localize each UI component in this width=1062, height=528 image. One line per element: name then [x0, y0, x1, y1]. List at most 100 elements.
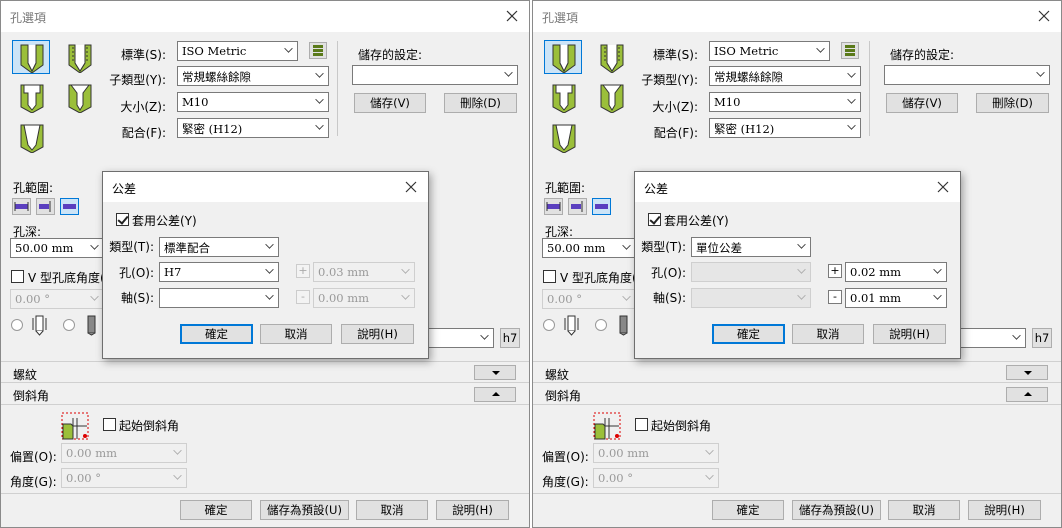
hole-tolerance-select[interactable] [691, 262, 811, 282]
shaft-tolerance-select[interactable] [691, 288, 811, 308]
hole-tolerance-select[interactable]: H7 [159, 262, 279, 282]
thread-section-label: 螺紋 [13, 368, 38, 382]
cancel-button[interactable]: 取消 [356, 500, 428, 520]
h7-button[interactable]: h7 [1032, 328, 1052, 348]
angle-input[interactable]: 0.00 ° [61, 468, 187, 488]
extent-distance-icon [63, 204, 76, 209]
tolerance-cancel-button[interactable]: 取消 [792, 324, 864, 344]
tolerance-cancel-button[interactable]: 取消 [260, 324, 332, 344]
standard-select[interactable]: ISO Metric [177, 41, 298, 61]
offset-input[interactable]: 0.00 mm [61, 443, 187, 463]
close-icon[interactable] [400, 176, 422, 198]
close-icon[interactable] [932, 176, 954, 198]
thread-expand-button[interactable] [1006, 365, 1048, 380]
extent-distance-button[interactable] [60, 198, 79, 215]
delete-setting-button[interactable]: 刪除(D) [976, 93, 1049, 113]
tolerance-dialog: 公差 套用公差(Y) 類型(T): 標準配合 孔(O): H7 軸(S): + … [102, 171, 429, 359]
chevron-down-icon [401, 291, 410, 300]
chamfer-collapse-button[interactable] [474, 387, 516, 402]
hole-type-threaded-tool[interactable] [60, 40, 98, 74]
chamfer-collapse-button[interactable] [1006, 387, 1048, 402]
hole-type-countersink-tool[interactable] [60, 80, 98, 114]
hole-type-simple-tool[interactable] [544, 40, 582, 74]
size-select[interactable]: M10 [709, 92, 861, 112]
use-tolerance-checkbox[interactable] [648, 213, 661, 226]
save-setting-button[interactable]: 儲存(V) [354, 93, 426, 113]
fit-select[interactable]: 緊密 (H12) [709, 118, 861, 138]
h7-button[interactable]: h7 [500, 328, 520, 348]
shaft-tolerance-label: 軸(S): [120, 291, 154, 305]
title-bar: 孔選項 [1, 1, 529, 32]
save-as-default-button[interactable]: 儲存為預設(U) [792, 500, 881, 520]
hole-options-window-left: 孔選項 標準(S): ISO Metric 子類型(Y): 常規螺絲餘隙 大小(… [0, 0, 530, 528]
use-tolerance-checkbox[interactable] [116, 213, 129, 226]
subtype-select[interactable]: 常規螺絲餘隙 [709, 66, 861, 86]
extent-blind-button[interactable] [12, 198, 31, 215]
size-select[interactable]: M10 [177, 92, 329, 112]
close-icon[interactable] [1033, 5, 1055, 27]
hole-type-taper-tool[interactable] [12, 120, 50, 154]
chevron-down-icon [933, 291, 942, 300]
standard-select[interactable]: ISO Metric [709, 41, 830, 61]
v-bottom-angle-input[interactable]: 0.00 ° [10, 289, 104, 309]
upper-tolerance-input[interactable]: 0.03 mm [313, 262, 415, 282]
countersink-hole-icon [68, 84, 92, 113]
ok-button[interactable]: 確定 [712, 500, 784, 520]
tolerance-type-select[interactable]: 標準配合 [159, 237, 279, 257]
extent-blind-button[interactable] [544, 198, 563, 215]
upper-tolerance-input[interactable]: 0.02 mm [845, 262, 947, 282]
hole-type-threaded-tool[interactable] [592, 40, 630, 74]
extent-distance-button[interactable] [592, 198, 611, 215]
standard-list-button[interactable] [309, 42, 327, 59]
v-bottom-angle-checkbox[interactable] [543, 270, 556, 283]
thread-option-radio-1[interactable] [543, 319, 555, 331]
tolerance-ok-button[interactable]: 確定 [712, 324, 785, 344]
plus-sign-button[interactable]: + [828, 264, 842, 278]
tolerance-ok-button[interactable]: 確定 [180, 324, 253, 344]
close-icon[interactable] [501, 5, 523, 27]
v-bottom-angle-input[interactable]: 0.00 ° [542, 289, 636, 309]
tolerance-help-button[interactable]: 說明(H) [341, 324, 414, 344]
countersink-hole-icon [600, 84, 624, 113]
extent-through-button[interactable] [568, 198, 587, 215]
save-setting-button[interactable]: 儲存(V) [886, 93, 958, 113]
extent-through-button[interactable] [36, 198, 55, 215]
save-as-default-button[interactable]: 儲存為預設(U) [260, 500, 349, 520]
hole-type-counterbore-tool[interactable] [12, 80, 50, 114]
offset-input[interactable]: 0.00 mm [593, 443, 719, 463]
fit-select[interactable]: 緊密 (H12) [177, 118, 329, 138]
hole-type-countersink-tool[interactable] [592, 80, 630, 114]
delete-setting-button[interactable]: 刪除(D) [444, 93, 517, 113]
help-button[interactable]: 說明(H) [968, 500, 1041, 520]
minus-sign-button[interactable]: - [296, 290, 310, 304]
saved-settings-select[interactable] [352, 65, 518, 85]
lower-tolerance-input[interactable]: 0.01 mm [845, 288, 947, 308]
angle-input[interactable]: 0.00 ° [593, 468, 719, 488]
thread-option-radio-2[interactable] [63, 319, 75, 331]
help-button[interactable]: 說明(H) [436, 500, 509, 520]
hole-depth-input[interactable]: 50.00 mm [10, 238, 104, 258]
ok-button[interactable]: 確定 [180, 500, 252, 520]
standard-list-button[interactable] [841, 42, 859, 59]
thread-option-radio-2[interactable] [595, 319, 607, 331]
cancel-button[interactable]: 取消 [888, 500, 960, 520]
start-chamfer-checkbox[interactable] [103, 418, 116, 431]
tolerance-type-select[interactable]: 單位公差 [691, 237, 811, 257]
subtype-select[interactable]: 常規螺絲餘隙 [177, 66, 329, 86]
shaft-fit-select[interactable] [953, 328, 1026, 348]
hole-type-counterbore-tool[interactable] [544, 80, 582, 114]
hole-depth-input[interactable]: 50.00 mm [542, 238, 636, 258]
v-bottom-angle-checkbox[interactable] [11, 270, 24, 283]
plus-sign-button[interactable]: + [296, 264, 310, 278]
tolerance-help-button[interactable]: 說明(H) [873, 324, 946, 344]
hole-type-taper-tool[interactable] [544, 120, 582, 154]
thread-expand-button[interactable] [474, 365, 516, 380]
thread-option-radio-1[interactable] [11, 319, 23, 331]
shaft-tolerance-select[interactable] [159, 288, 279, 308]
lower-tolerance-input[interactable]: 0.00 mm [313, 288, 415, 308]
minus-sign-button[interactable]: - [828, 290, 842, 304]
hole-type-simple-tool[interactable] [12, 40, 50, 74]
shaft-fit-select[interactable] [421, 328, 494, 348]
saved-settings-select[interactable] [884, 65, 1050, 85]
start-chamfer-checkbox[interactable] [635, 418, 648, 431]
